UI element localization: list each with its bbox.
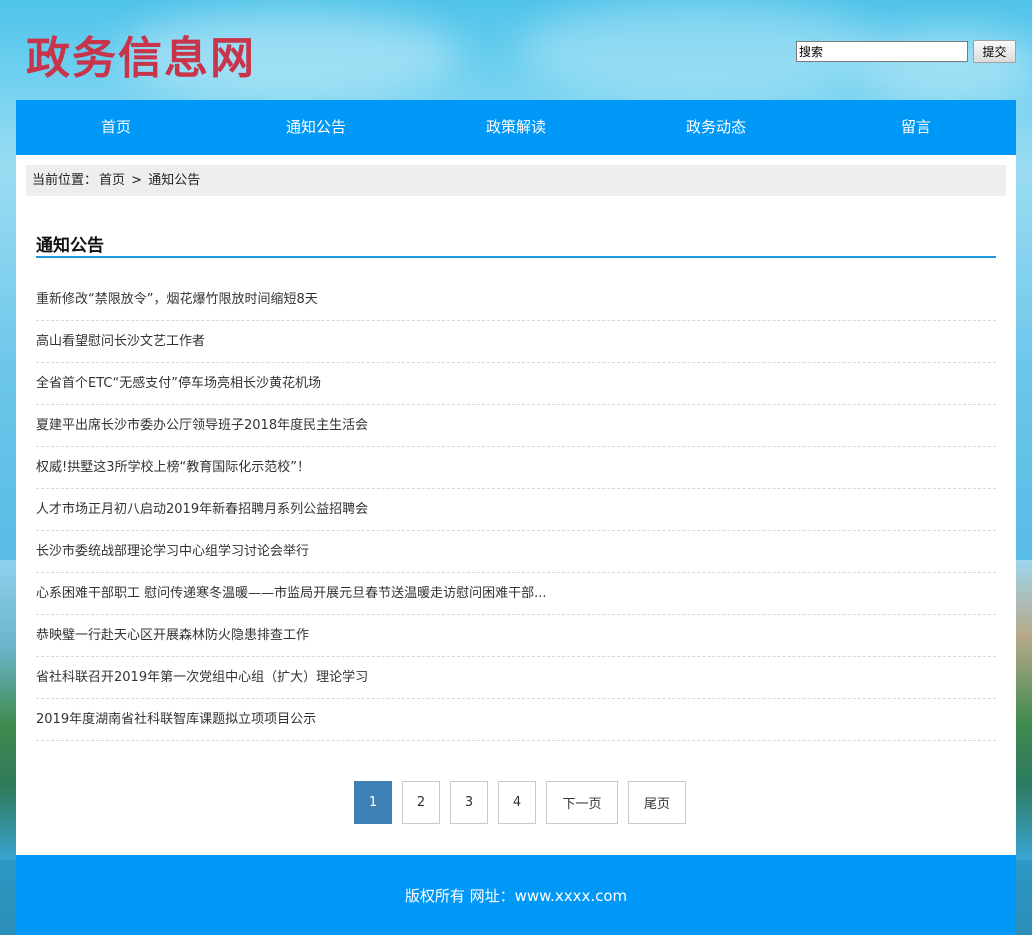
page-button-2[interactable]: 2 xyxy=(402,781,440,824)
article-link[interactable]: 恭映璧一行赴天心区开展森林防火隐患排查工作 xyxy=(36,615,996,657)
nav-item-policy[interactable]: 政策解读 xyxy=(416,100,616,155)
article-list: 重新修改“禁限放令”，烟花爆竹限放时间缩短8天 高山看望慰问长沙文艺工作者 全省… xyxy=(36,279,996,741)
last-page-button[interactable]: 尾页 xyxy=(628,781,686,824)
next-page-button[interactable]: 下一页 xyxy=(546,781,618,824)
article-link[interactable]: 长沙市委统战部理论学习中心组学习讨论会举行 xyxy=(36,531,996,573)
pagination: 1 2 3 4 下一页 尾页 xyxy=(354,781,686,824)
background-scenery-left xyxy=(0,560,16,860)
nav-item-notices[interactable]: 通知公告 xyxy=(216,100,416,155)
article-link[interactable]: 权威!拱墅这3所学校上榜“教育国际化示范校”！ xyxy=(36,447,996,489)
main-nav: 首页 通知公告 政策解读 政务动态 留言 xyxy=(16,100,1016,155)
site-header: 政务信息网 提交 xyxy=(0,0,1032,100)
breadcrumb-prefix: 当前位置： xyxy=(32,173,98,188)
article-link[interactable]: 心系困难干部职工 慰问传递寒冬温暖——市监局开展元旦春节送温暖走访慰问困难干部.… xyxy=(36,573,996,615)
breadcrumb-current: 通知公告 xyxy=(148,173,201,188)
breadcrumb: 当前位置： 首页 > 通知公告 xyxy=(26,165,1006,196)
search-input[interactable] xyxy=(796,41,968,62)
article-link[interactable]: 夏建平出席长沙市委办公厅领导班子2018年度民主生活会 xyxy=(36,405,996,447)
nav-item-news[interactable]: 政务动态 xyxy=(616,100,816,155)
breadcrumb-home-link[interactable]: 首页 xyxy=(99,173,125,188)
page-button-3[interactable]: 3 xyxy=(450,781,488,824)
search-submit-button[interactable]: 提交 xyxy=(973,40,1016,63)
article-link[interactable]: 2019年度湖南省社科联智库课题拟立项项目公示 xyxy=(36,699,996,741)
article-link[interactable]: 重新修改“禁限放令”，烟花爆竹限放时间缩短8天 xyxy=(36,279,996,321)
footer-copyright: 版权所有 网址：www.xxxx.com xyxy=(404,886,628,905)
article-link[interactable]: 全省首个ETC“无感支付”停车场亮相长沙黄花机场 xyxy=(36,363,996,405)
main-content: 当前位置： 首页 > 通知公告 通知公告 重新修改“禁限放令”，烟花爆竹限放时间缩… xyxy=(16,155,1016,855)
site-logo[interactable]: 政务信息网 xyxy=(26,22,256,86)
background-scenery-right xyxy=(1016,560,1032,860)
breadcrumb-separator: > xyxy=(131,173,143,188)
section-title: 通知公告 xyxy=(36,231,996,258)
article-link[interactable]: 省社科联召开2019年第一次党组中心组（扩大）理论学习 xyxy=(36,657,996,699)
nav-item-messages[interactable]: 留言 xyxy=(816,100,1016,155)
article-link[interactable]: 人才市场正月初八启动2019年新春招聘月系列公益招聘会 xyxy=(36,489,996,531)
article-link[interactable]: 高山看望慰问长沙文艺工作者 xyxy=(36,321,996,363)
page-button-4[interactable]: 4 xyxy=(498,781,536,824)
page-button-1[interactable]: 1 xyxy=(354,781,392,824)
nav-item-home[interactable]: 首页 xyxy=(16,100,216,155)
site-footer: 版权所有 网址：www.xxxx.com xyxy=(16,855,1016,935)
